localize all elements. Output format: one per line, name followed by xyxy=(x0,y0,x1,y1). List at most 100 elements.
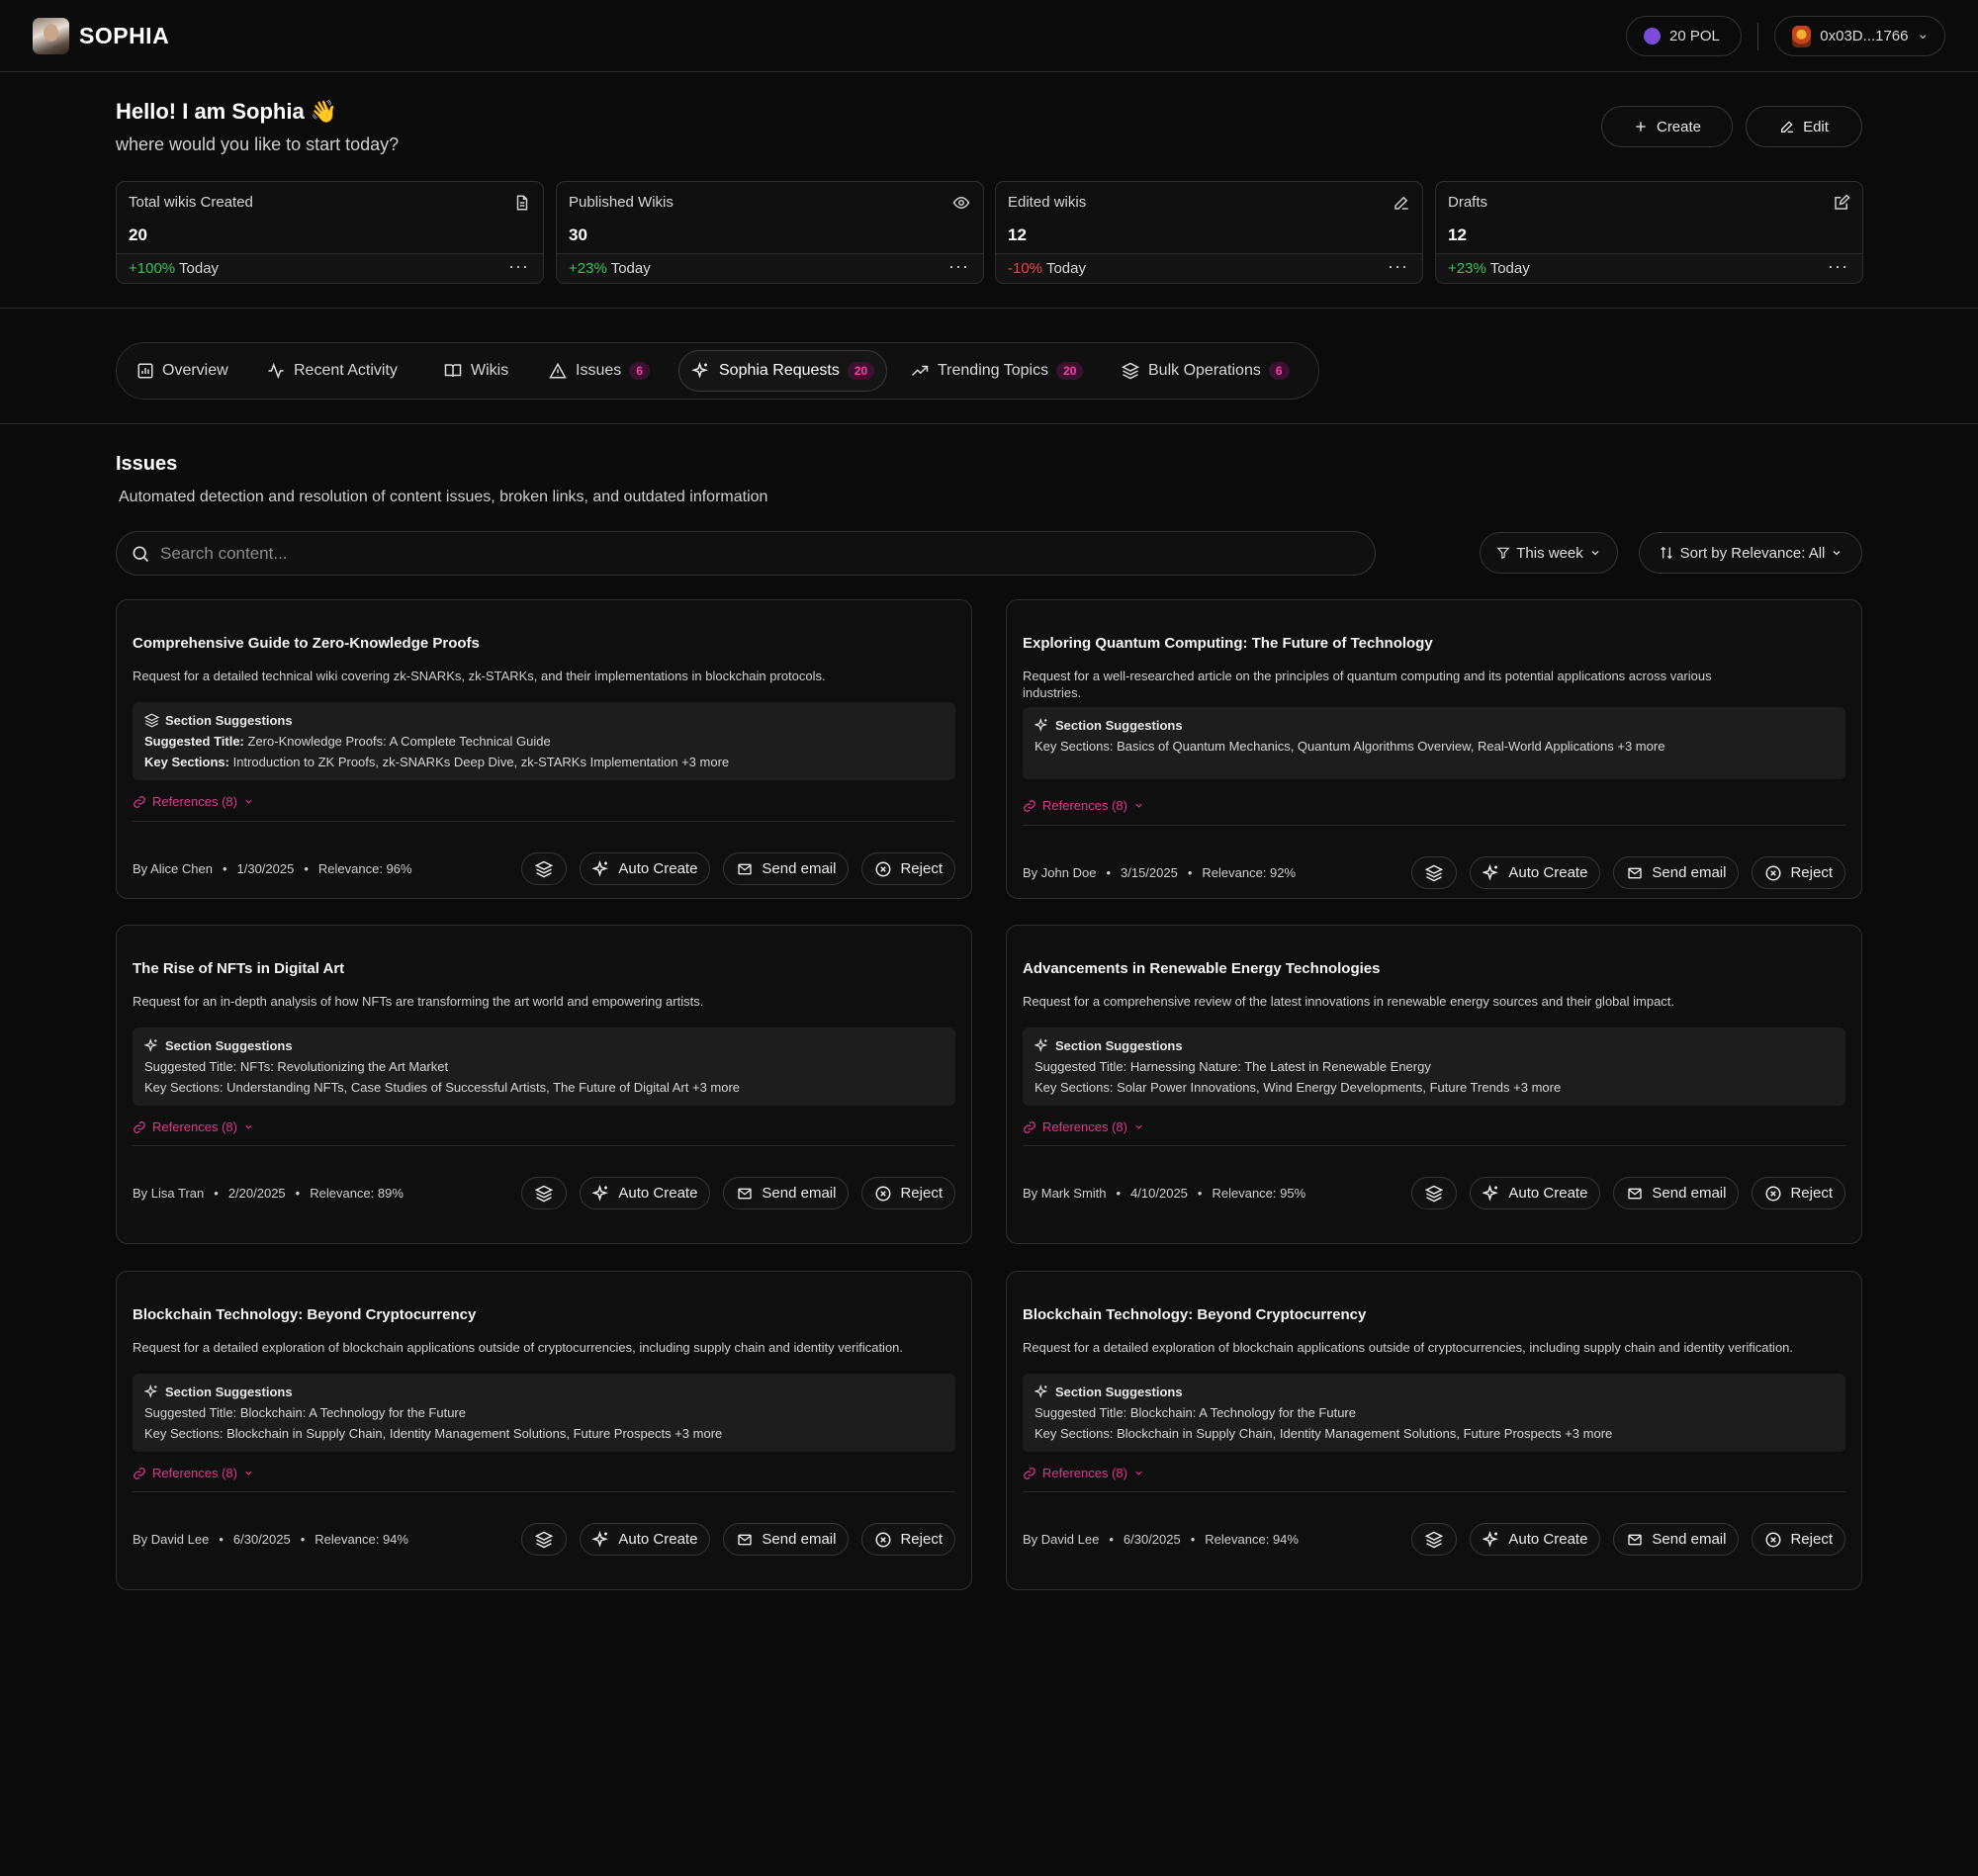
x-circle-icon xyxy=(1765,1532,1781,1547)
send-email-label: Send email xyxy=(762,860,837,877)
auto-create-button[interactable]: Auto Create xyxy=(580,852,711,885)
card-title: Comprehensive Guide to Zero-Knowledge Pr… xyxy=(133,635,480,652)
stat-period: Today xyxy=(1489,260,1530,277)
references-toggle[interactable]: References (8) xyxy=(1023,1119,1144,1134)
references-toggle[interactable]: References (8) xyxy=(133,794,254,809)
layers-icon xyxy=(1121,362,1140,380)
section-suggestions-label: Section Suggestions xyxy=(1055,1385,1183,1399)
card-description: Request for an in-depth analysis of how … xyxy=(133,994,704,1009)
mail-icon xyxy=(1628,1534,1643,1545)
card-author: By John Doe xyxy=(1023,865,1097,880)
key-sections-line: Key Sections: Blockchain in Supply Chain… xyxy=(1034,1423,1834,1444)
stat-value: 12 xyxy=(1008,225,1027,244)
card-relevance: Relevance: 96% xyxy=(317,861,412,876)
more-options-icon[interactable]: ··· xyxy=(1388,256,1408,277)
sophia-avatar xyxy=(33,18,69,54)
stat-title: Published Wikis xyxy=(569,194,674,211)
search-icon xyxy=(133,546,149,562)
layers-button[interactable] xyxy=(1411,856,1458,889)
wallet-button[interactable]: 0x03D...1766 xyxy=(1774,16,1945,56)
layers-button[interactable] xyxy=(521,852,568,885)
send-email-button[interactable]: Send email xyxy=(1613,1177,1740,1209)
sort-dropdown[interactable]: Sort by Relevance: All xyxy=(1639,532,1862,574)
edit-button[interactable]: Edit xyxy=(1746,106,1862,147)
key-sections-prefix: Key Sections: xyxy=(1034,739,1114,754)
layers-button[interactable] xyxy=(1411,1177,1458,1209)
more-options-icon[interactable]: ··· xyxy=(948,256,969,277)
reject-button[interactable]: Reject xyxy=(1752,1177,1845,1209)
book-icon xyxy=(444,364,462,378)
create-button[interactable]: Create xyxy=(1601,106,1733,147)
references-toggle[interactable]: References (8) xyxy=(133,1119,254,1134)
card-divider xyxy=(133,1491,955,1492)
period-filter-dropdown[interactable]: This week xyxy=(1480,532,1618,574)
auto-create-button[interactable]: Auto Create xyxy=(1470,1523,1601,1556)
more-options-icon[interactable]: ··· xyxy=(508,256,529,277)
references-toggle[interactable]: References (8) xyxy=(133,1466,254,1480)
card-description: Request for a comprehensive review of th… xyxy=(1023,994,1675,1009)
meta-dot: • xyxy=(1109,1532,1114,1547)
layers-button[interactable] xyxy=(521,1177,568,1209)
chevron-down-icon xyxy=(1833,551,1841,556)
app-logo[interactable]: SOPHIA xyxy=(33,18,169,54)
request-card: Exploring Quantum Computing: The Future … xyxy=(1006,599,1862,899)
chevron-down-icon xyxy=(1591,551,1599,556)
send-email-button[interactable]: Send email xyxy=(723,1177,850,1209)
tab-issues[interactable]: Issues 6 xyxy=(536,350,662,392)
tab-label: Wikis xyxy=(471,362,509,379)
sparkles-icon xyxy=(1483,1184,1499,1202)
send-email-button[interactable]: Send email xyxy=(723,1523,850,1556)
stat-change: -10% xyxy=(1008,260,1043,277)
reject-button[interactable]: Reject xyxy=(861,1523,955,1556)
auto-create-button[interactable]: Auto Create xyxy=(1470,1177,1601,1209)
reject-label: Reject xyxy=(1790,1531,1833,1548)
search-input[interactable] xyxy=(160,543,1347,564)
card-relevance: Relevance: 94% xyxy=(315,1532,408,1547)
suggested-title: Blockchain: A Technology for the Future xyxy=(239,1405,466,1420)
auto-create-label: Auto Create xyxy=(1508,1531,1588,1548)
plus-icon xyxy=(1636,122,1646,132)
card-meta: By David Lee • 6/30/2025 • Relevance: 94% xyxy=(133,1532,408,1547)
reject-button[interactable]: Reject xyxy=(861,1177,955,1209)
reject-button[interactable]: Reject xyxy=(1752,1523,1845,1556)
sparkles-icon xyxy=(1034,1038,1048,1052)
layers-button[interactable] xyxy=(521,1523,568,1556)
stat-value: 30 xyxy=(569,225,587,244)
tab-badge: 20 xyxy=(1056,362,1084,380)
send-email-button[interactable]: Send email xyxy=(1613,856,1740,889)
references-toggle[interactable]: References (8) xyxy=(1023,798,1144,813)
auto-create-button[interactable]: Auto Create xyxy=(1470,856,1601,889)
tab-label: Issues xyxy=(576,362,622,379)
tab-overview[interactable]: Overview xyxy=(125,350,240,392)
tab-sophia-requests[interactable]: Sophia Requests 20 xyxy=(678,350,888,392)
auto-create-button[interactable]: Auto Create xyxy=(580,1177,711,1209)
balance-pill[interactable]: 20 POL xyxy=(1626,16,1742,56)
references-toggle[interactable]: References (8) xyxy=(1023,1466,1144,1480)
card-actions: Auto Create Send email Reject xyxy=(521,852,955,885)
reject-button[interactable]: Reject xyxy=(1752,856,1845,889)
reject-button[interactable]: Reject xyxy=(861,852,955,885)
tab-bulk-operations[interactable]: Bulk Operations 6 xyxy=(1109,350,1302,392)
send-email-button[interactable]: Send email xyxy=(1613,1523,1740,1556)
tab-trending-topics[interactable]: Trending Topics 20 xyxy=(898,350,1095,392)
layers-icon xyxy=(1425,1185,1444,1202)
card-relevance: Relevance: 92% xyxy=(1202,865,1297,880)
search-bar[interactable] xyxy=(116,531,1376,576)
trending-up-icon xyxy=(911,365,929,377)
pencil-icon xyxy=(1781,121,1794,133)
more-options-icon[interactable]: ··· xyxy=(1828,256,1848,277)
mail-icon xyxy=(1628,867,1643,878)
card-title: Exploring Quantum Computing: The Future … xyxy=(1023,635,1433,652)
card-description: Request for a detailed technical wiki co… xyxy=(133,669,826,683)
key-sections-line: Key Sections: Blockchain in Supply Chain… xyxy=(144,1423,944,1444)
send-email-label: Send email xyxy=(762,1185,837,1202)
tab-wikis[interactable]: Wikis xyxy=(431,350,520,392)
key-sections: Blockchain in Supply Chain, Identity Man… xyxy=(1117,1426,1613,1441)
stat-title: Total wikis Created xyxy=(129,194,253,211)
tab-recent-activity[interactable]: Recent Activity xyxy=(254,350,409,392)
card-divider xyxy=(1023,1145,1845,1146)
layers-button[interactable] xyxy=(1411,1523,1458,1556)
send-email-button[interactable]: Send email xyxy=(723,852,850,885)
card-description: Request for a well-researched article on… xyxy=(1023,669,1712,700)
auto-create-button[interactable]: Auto Create xyxy=(580,1523,711,1556)
